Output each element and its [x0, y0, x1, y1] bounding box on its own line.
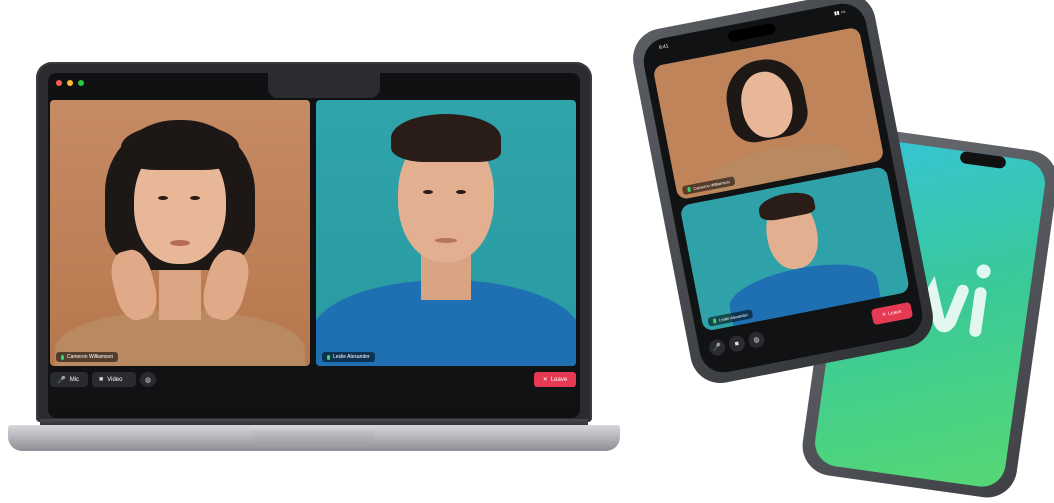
participant-name-tag: Cameron Williamson	[56, 352, 119, 362]
participant-tile-1[interactable]: Cameron Williamson	[50, 100, 310, 366]
chat-button[interactable]: ◍	[140, 372, 156, 387]
chat-button[interactable]: ◍	[747, 330, 766, 350]
mic-label: Mic	[69, 376, 80, 383]
signal-battery-icon: ▮▮ ▭	[833, 8, 847, 17]
call-controls-bar: 🎤 Mic ■ Video ◍ ✕ Leave	[50, 372, 576, 388]
chat-icon: ◍	[144, 376, 152, 384]
leave-button[interactable]: ✕ Leave	[534, 372, 576, 387]
participant-name: Cameron Williamson	[67, 354, 114, 360]
status-time: 9:41	[658, 43, 670, 52]
microphone-icon	[687, 186, 692, 193]
microphone-icon	[61, 354, 64, 360]
video-label: Video	[107, 376, 123, 383]
leave-label: Leave	[550, 376, 568, 383]
microphone-icon	[712, 318, 717, 324]
video-button[interactable]: ■	[727, 334, 747, 354]
microphone-icon	[327, 354, 330, 360]
dynamic-island	[727, 22, 777, 43]
mic-button[interactable]: 🎤	[707, 338, 727, 357]
chat-icon: ◍	[752, 336, 761, 345]
close-window-dot[interactable]	[56, 80, 62, 86]
close-icon: ✕	[881, 311, 887, 319]
window-traffic-lights	[56, 80, 84, 86]
camera-icon: ■	[734, 339, 740, 348]
phone-front-mockup: 9:41 ▮▮ ▭ Cameron Williamson Leslie Alex…	[627, 0, 939, 389]
participant-name: Leslie Alexander	[333, 354, 370, 360]
laptop-thumb-notch	[252, 430, 374, 444]
camera-notch	[268, 70, 380, 98]
close-icon: ✕	[542, 377, 548, 383]
participant-name-tag: Cameron Williamson	[681, 176, 736, 196]
video-button[interactable]: ■ Video	[92, 372, 136, 387]
maximize-window-dot[interactable]	[78, 80, 84, 86]
participant-name-tag: Leslie Alexander	[322, 352, 375, 362]
microphone-icon: 🎤	[712, 343, 723, 353]
laptop-mockup: Cameron Williamson Leslie Alexander 🎤 Mi…	[0, 0, 640, 503]
microphone-icon: 🎤	[57, 376, 66, 384]
leave-label: Leave	[887, 308, 903, 318]
leave-button[interactable]: ✕ Leave	[870, 301, 914, 326]
mic-button[interactable]: 🎤 Mic	[50, 372, 88, 387]
participant-tile-2[interactable]: Leslie Alexander	[316, 100, 576, 366]
camera-icon: ■	[99, 376, 104, 383]
minimize-window-dot[interactable]	[67, 80, 73, 86]
